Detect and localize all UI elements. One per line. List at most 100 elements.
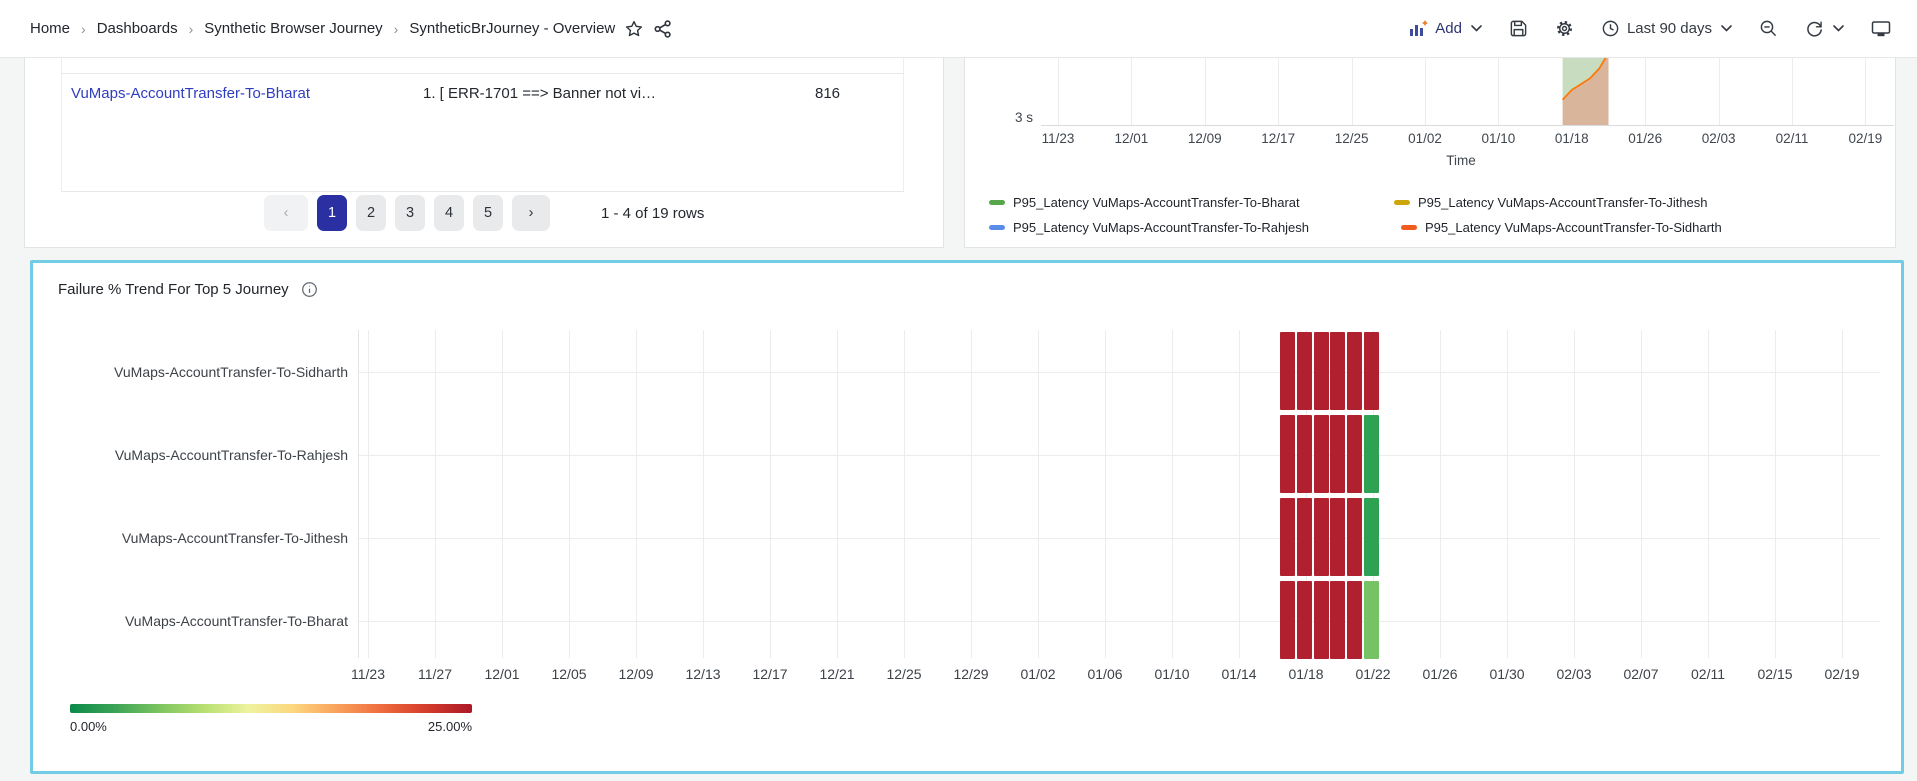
gridline (703, 330, 704, 658)
legend-label: P95_Latency VuMaps-AccountTransfer-To-Si… (1425, 220, 1722, 235)
legend-item[interactable]: P95_Latency VuMaps-AccountTransfer-To-Bh… (989, 192, 1300, 212)
heatmap-cell (1364, 415, 1379, 493)
chevron-down-icon (1833, 25, 1844, 32)
gridline (837, 330, 838, 658)
gridline (1574, 330, 1575, 658)
x-tick-label: 11/27 (418, 666, 452, 682)
panel-failure-trend-heatmap: Failure % Trend For Top 5 Journey VuMaps… (30, 260, 1904, 774)
heatmap-cell (1280, 332, 1295, 410)
pagination-page-button[interactable]: 2 (356, 195, 386, 231)
pagination-next-button[interactable]: › (512, 195, 550, 231)
x-tick-label: 01/18 (1555, 131, 1589, 146)
heatmap-cell (1330, 581, 1345, 659)
x-tick-label: 11/23 (1042, 131, 1075, 146)
gridline (358, 372, 1880, 373)
colorbar-max-label: 25.00% (428, 719, 472, 734)
colorbar-min-label: 0.00% (70, 719, 107, 734)
gridline (368, 330, 369, 658)
pagination-page-button[interactable]: 5 (473, 195, 503, 231)
heatmap-cell (1314, 498, 1329, 576)
zoom-out-button[interactable] (1759, 19, 1778, 38)
error-message-cell: 1. [ ERR-1701 ==> Banner not vi… (423, 85, 656, 102)
settings-button[interactable] (1555, 19, 1574, 38)
plot-left-edge (358, 330, 359, 658)
refresh-icon (1805, 19, 1824, 38)
breadcrumb-item[interactable]: Synthetic Browser Journey (204, 20, 382, 37)
breadcrumb-separator-icon: › (189, 21, 194, 37)
x-tick-label: 12/01 (1114, 131, 1148, 146)
pagination-page-button[interactable]: 1 (317, 195, 347, 231)
heatmap-cell (1330, 332, 1345, 410)
legend-item[interactable]: P95_Latency VuMaps-AccountTransfer-To-Ji… (1394, 192, 1708, 212)
latency-x-axis-title: Time (1446, 153, 1476, 168)
gridline (1172, 330, 1173, 658)
gear-icon (1555, 19, 1574, 38)
info-icon[interactable] (301, 281, 318, 298)
x-tick-label: 01/06 (1087, 666, 1122, 682)
star-icon[interactable] (624, 19, 644, 39)
time-range-button[interactable]: Last 90 days (1601, 19, 1732, 38)
heatmap-row-label: VuMaps-AccountTransfer-To-Sidharth (48, 362, 348, 382)
colorbar-gradient (70, 704, 472, 713)
gridline (358, 455, 1880, 456)
chevron-down-icon (1471, 25, 1482, 32)
heatmap-cell (1297, 581, 1312, 659)
table-border-right (903, 58, 904, 191)
x-tick-label: 01/02 (1408, 131, 1442, 146)
latency-x-axis-line (1041, 125, 1894, 126)
pagination: ‹12345› (264, 195, 550, 231)
chevron-down-icon (1721, 25, 1732, 32)
x-tick-label: 02/11 (1776, 131, 1809, 146)
x-tick-label: 12/17 (752, 666, 787, 682)
panel-title[interactable]: Failure % Trend For Top 5 Journey (58, 281, 289, 298)
pagination-prev-button[interactable]: ‹ (264, 195, 308, 231)
add-label: Add (1435, 20, 1462, 37)
legend-item[interactable]: P95_Latency VuMaps-AccountTransfer-To-Ra… (989, 217, 1309, 237)
refresh-button[interactable] (1805, 19, 1844, 38)
gridline (358, 621, 1880, 622)
heatmap-row-label: VuMaps-AccountTransfer-To-Bharat (48, 611, 348, 631)
x-tick-label: 12/01 (484, 666, 519, 682)
gridline (435, 330, 436, 658)
table-row-separator-top (61, 73, 904, 74)
toolbar-controls: Add Last 90 days (1409, 19, 1891, 38)
clock-icon (1601, 19, 1620, 38)
heatmap-cell (1280, 415, 1295, 493)
monitor-icon (1871, 20, 1891, 38)
legend-swatch (989, 225, 1005, 230)
pagination-info: 1 - 4 of 19 rows (601, 205, 704, 222)
breadcrumb-item[interactable]: SyntheticBrJourney - Overview (409, 20, 615, 37)
heatmap-cell (1297, 332, 1312, 410)
legend-swatch (1401, 225, 1417, 230)
gridline (569, 330, 570, 658)
pagination-page-button[interactable]: 4 (434, 195, 464, 231)
tv-mode-button[interactable] (1871, 20, 1891, 38)
breadcrumb-separator-icon: › (81, 21, 86, 37)
x-tick-label: 01/26 (1422, 666, 1457, 682)
latency-area-chart (1041, 58, 1894, 125)
save-button[interactable] (1509, 19, 1528, 38)
legend-swatch (1394, 200, 1410, 205)
share-icon[interactable] (653, 19, 673, 39)
journey-link[interactable]: VuMaps-AccountTransfer-To-Bharat (71, 85, 310, 102)
x-tick-label: 01/02 (1020, 666, 1055, 682)
heatmap-cell (1364, 581, 1379, 659)
legend-item[interactable]: P95_Latency VuMaps-AccountTransfer-To-Si… (1401, 217, 1722, 237)
breadcrumb-item[interactable]: Home (30, 20, 70, 37)
x-tick-label: 02/11 (1691, 666, 1725, 682)
x-tick-label: 12/29 (953, 666, 988, 682)
bar-chart-plus-icon (1409, 20, 1428, 37)
heatmap-row-label: VuMaps-AccountTransfer-To-Rahjesh (48, 445, 348, 465)
add-button[interactable]: Add (1409, 20, 1482, 37)
legend-label: P95_Latency VuMaps-AccountTransfer-To-Ji… (1418, 195, 1708, 210)
heatmap-cell (1280, 581, 1295, 659)
gridline (636, 330, 637, 658)
breadcrumb-item[interactable]: Dashboards (97, 20, 178, 37)
gridline (1105, 330, 1106, 658)
panel-header[interactable]: Failure % Trend For Top 5 Journey (58, 281, 318, 298)
table-row-separator-bottom (61, 191, 904, 192)
heatmap-cell (1364, 332, 1379, 410)
x-tick-label: 01/22 (1355, 666, 1390, 682)
magnifier-minus-icon (1759, 19, 1778, 38)
pagination-page-button[interactable]: 3 (395, 195, 425, 231)
